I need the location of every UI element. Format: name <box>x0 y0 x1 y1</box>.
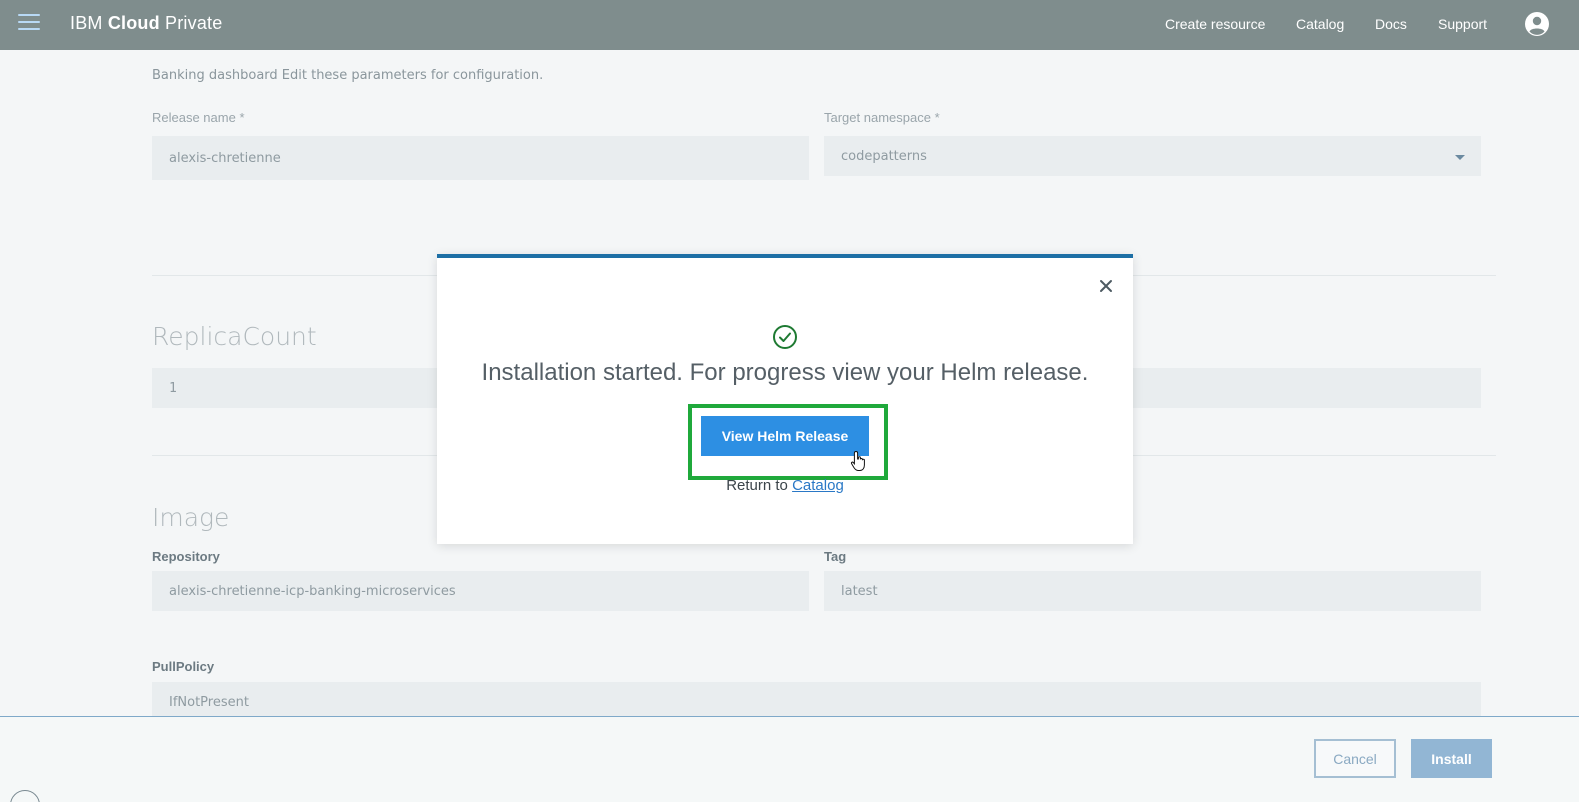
user-avatar-icon[interactable] <box>1525 12 1549 36</box>
form-intro-text: Banking dashboard Edit these parameters … <box>152 68 544 83</box>
nav-create-resource[interactable]: Create resource <box>1165 16 1265 32</box>
modal-message: Installation started. For progress view … <box>481 359 1089 386</box>
chevron-down-icon <box>1455 155 1465 160</box>
pullpolicy-label: PullPolicy <box>152 659 215 674</box>
tag-input[interactable]: latest <box>824 571 1481 611</box>
return-to-catalog: Return to Catalog <box>437 477 1133 494</box>
release-name-input[interactable]: alexis-chretienne <box>152 136 809 180</box>
replica-section-title: ReplicaCount <box>152 322 317 351</box>
success-check-icon <box>773 325 797 349</box>
nav-support[interactable]: Support <box>1438 16 1487 32</box>
install-button[interactable]: Install <box>1411 739 1492 778</box>
namespace-value: codepatterns <box>841 148 927 164</box>
catalog-link[interactable]: Catalog <box>792 477 844 494</box>
install-started-modal: Installation started. For progress view … <box>437 254 1133 544</box>
namespace-select[interactable]: codepatterns <box>824 136 1481 176</box>
hamburger-menu-icon[interactable] <box>18 14 40 32</box>
repository-label: Repository <box>152 549 220 564</box>
nav-docs[interactable]: Docs <box>1375 16 1407 32</box>
brand-suffix: Private <box>165 13 223 33</box>
release-name-label: Release name * <box>152 110 245 125</box>
return-prefix: Return to <box>726 477 788 494</box>
cancel-button[interactable]: Cancel <box>1314 739 1396 778</box>
close-icon[interactable] <box>1098 278 1114 294</box>
repository-input[interactable]: alexis-chretienne-icp-banking-microservi… <box>152 571 809 611</box>
nav-catalog[interactable]: Catalog <box>1296 16 1344 32</box>
image-section-title: Image <box>152 503 230 532</box>
brand-bold: Cloud <box>107 13 160 33</box>
namespace-label: Target namespace * <box>824 110 940 125</box>
view-helm-release-button[interactable]: View Helm Release <box>701 416 869 456</box>
brand-logo[interactable]: IBM Cloud Private <box>70 13 222 34</box>
hand-cursor-icon <box>850 450 865 471</box>
tag-label: Tag <box>824 549 847 564</box>
brand-prefix: IBM <box>70 13 103 33</box>
top-header: IBM Cloud Private Create resource Catalo… <box>0 0 1579 50</box>
